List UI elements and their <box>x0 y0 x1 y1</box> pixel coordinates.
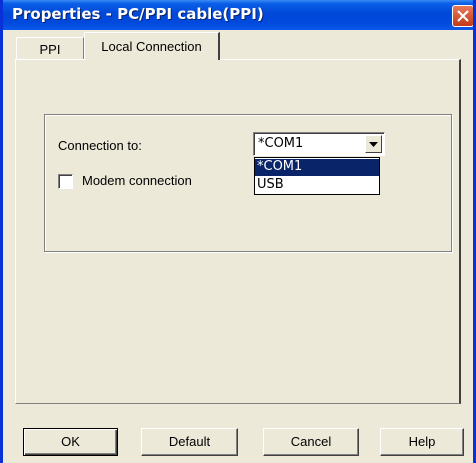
modem-connection-label[interactable]: Modem connection <box>82 173 192 188</box>
chevron-down-icon <box>369 142 378 147</box>
dropdown-button[interactable] <box>365 135 382 153</box>
close-button[interactable] <box>452 5 473 27</box>
connection-dropdown-list: *COM1 USB <box>254 157 380 195</box>
dropdown-option-usb[interactable]: USB <box>255 177 379 194</box>
ok-button[interactable]: OK <box>23 428 118 456</box>
default-button[interactable]: Default <box>141 428 238 456</box>
close-icon <box>457 10 469 22</box>
title-bar[interactable]: Properties - PC/PPI cable(PPI) <box>3 0 473 30</box>
window-title: Properties - PC/PPI cable(PPI) <box>12 5 264 23</box>
connection-select[interactable]: *COM1 <box>253 132 385 156</box>
cancel-button[interactable]: Cancel <box>263 428 359 456</box>
modem-checkbox[interactable] <box>58 174 73 189</box>
connection-to-label: Connection to: <box>58 138 142 153</box>
tab-local-connection[interactable]: Local Connection <box>84 32 220 60</box>
tab-ppi[interactable]: PPI <box>16 37 84 59</box>
connection-select-value: *COM1 <box>258 136 304 151</box>
help-button[interactable]: Help <box>380 428 464 456</box>
dropdown-option-com1[interactable]: *COM1 <box>255 159 379 176</box>
